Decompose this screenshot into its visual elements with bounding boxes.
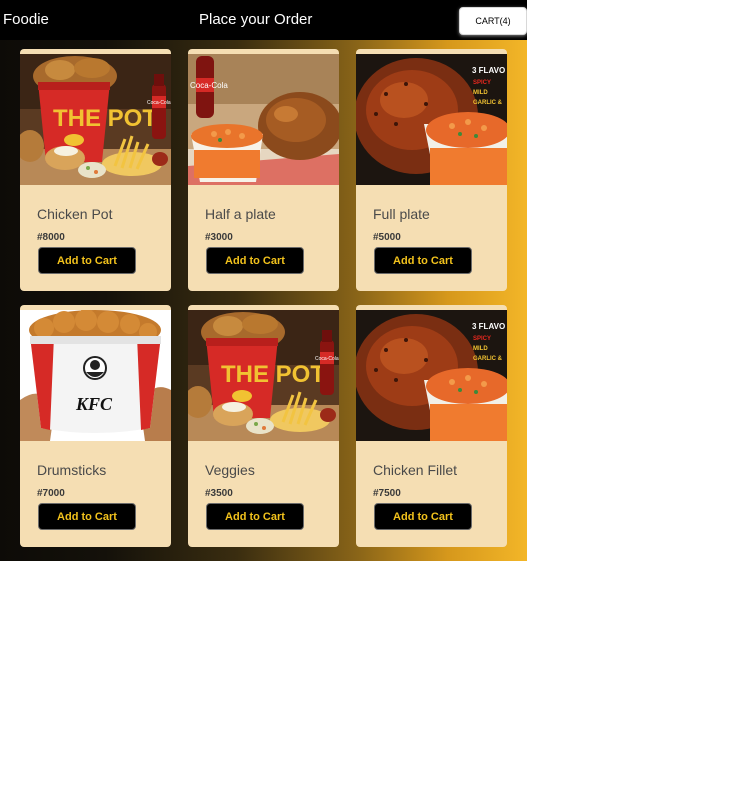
add-to-cart-button[interactable]: Add to Cart — [206, 247, 304, 274]
cola-label-text: Coca-Cola — [147, 100, 171, 106]
product-grid: THE POT Coca-Cola Chicken Pot #8000 Add … — [0, 40, 527, 561]
flavours-text: 3 FLAVO — [472, 66, 505, 75]
chicken-pot-bucket-image: THE POT Coca-Cola — [20, 54, 171, 185]
add-to-cart-button[interactable]: Add to Cart — [38, 503, 136, 530]
kfc-bucket-image: KFC — [20, 310, 171, 441]
product-name: Full plate — [373, 206, 430, 222]
mild-text: MILD — [473, 346, 488, 352]
pot-brand-text: THE POT — [53, 105, 157, 132]
spicy-text: SPICY — [473, 336, 491, 342]
product-name: Drumsticks — [37, 462, 107, 478]
chicken-pot-bucket-image: THE POT Coca-Cola — [188, 310, 339, 441]
top-bar: Foodie Place your Order CART(4) — [0, 0, 527, 40]
kfc-logo-text: KFC — [75, 394, 113, 414]
product-price: #3000 — [205, 232, 233, 243]
garlic-text: GARLIC & — [473, 100, 503, 106]
garlic-text: GARLIC & — [473, 356, 503, 362]
mild-text: MILD — [473, 90, 488, 96]
product-name: Chicken Pot — [37, 206, 113, 222]
half-plate-chicken-pasta-image: Coca-Cola — [188, 54, 339, 185]
full-plate-chicken-pasta-image: 3 FLAVO SPICY MILD GARLIC & — [356, 54, 507, 185]
product-name: Half a plate — [205, 206, 276, 222]
cart-button[interactable]: CART(4) — [459, 7, 527, 35]
pot-brand-text: THE POT — [221, 361, 325, 388]
cola-label-text: Coca-Cola — [315, 356, 339, 362]
product-card-chicken-fillet: 3 FLAVO SPICY MILD GARLIC & Chicken Fill… — [356, 305, 507, 547]
product-price: #7000 — [37, 488, 65, 499]
product-price: #7500 — [373, 488, 401, 499]
add-to-cart-button[interactable]: Add to Cart — [38, 247, 136, 274]
add-to-cart-button[interactable]: Add to Cart — [374, 503, 472, 530]
product-card-chicken-pot: THE POT Coca-Cola Chicken Pot #8000 Add … — [20, 49, 171, 291]
product-name: Chicken Fillet — [373, 462, 458, 478]
product-card-half-a-plate: Coca-Cola Half a plate #3000 Add to Cart — [188, 49, 339, 291]
add-to-cart-button[interactable]: Add to Cart — [374, 247, 472, 274]
product-card-full-plate: 3 FLAVO SPICY MILD GARLIC & Full plate #… — [356, 49, 507, 291]
brand-logo-text[interactable]: Foodie — [3, 11, 49, 28]
product-card-drumsticks: KFC Drumsticks #7000 Add to Cart — [20, 305, 171, 547]
spicy-text: SPICY — [473, 80, 491, 86]
add-to-cart-button[interactable]: Add to Cart — [206, 503, 304, 530]
product-card-veggies: THE POT Coca-Cola Veggies #3500 Add to C… — [188, 305, 339, 547]
product-name: Veggies — [205, 462, 255, 478]
product-price: #3500 — [205, 488, 233, 499]
cola-label-text: Coca-Cola — [190, 81, 228, 90]
full-plate-chicken-pasta-image: 3 FLAVO SPICY MILD GARLIC & — [356, 310, 507, 441]
page-title: Place your Order — [199, 11, 313, 28]
product-price: #8000 — [37, 232, 65, 243]
flavours-text: 3 FLAVO — [472, 322, 505, 331]
app: Foodie Place your Order CART(4) THE POT — [0, 0, 527, 561]
product-price: #5000 — [373, 232, 401, 243]
